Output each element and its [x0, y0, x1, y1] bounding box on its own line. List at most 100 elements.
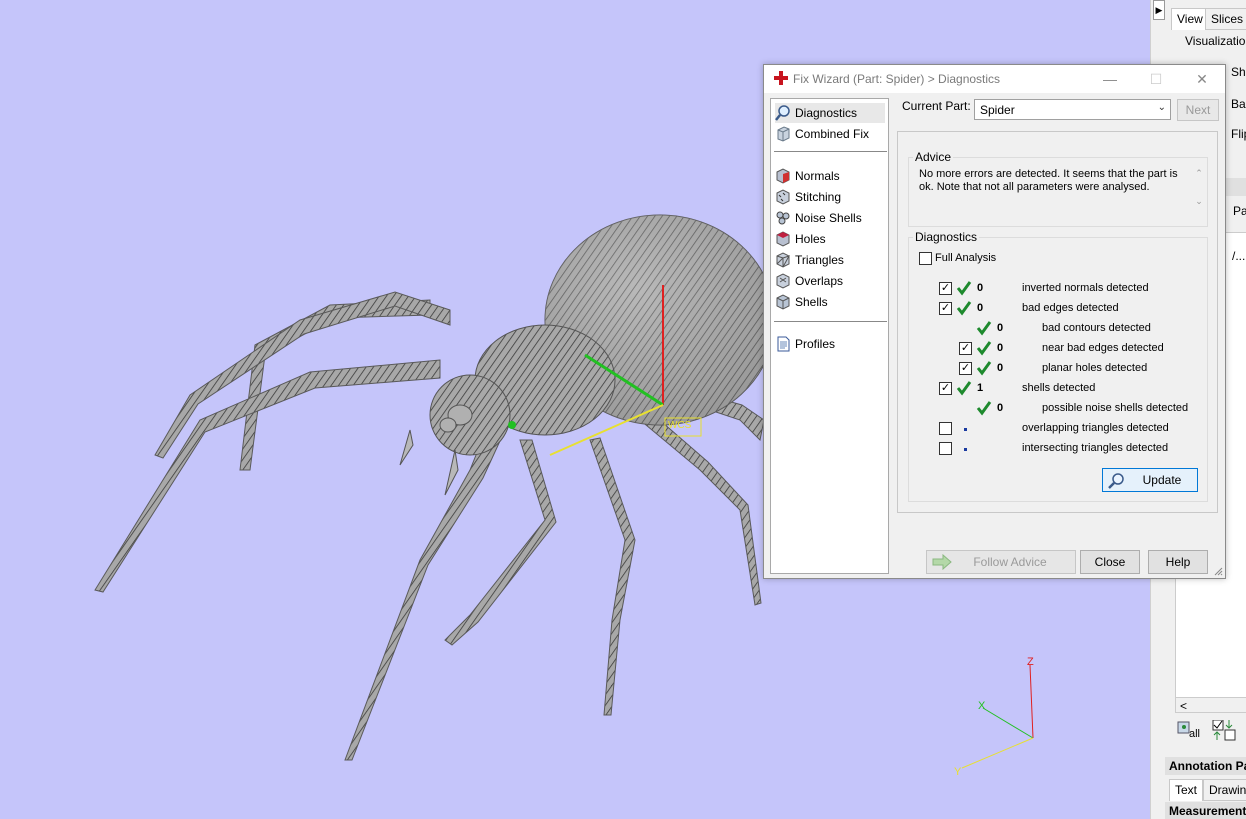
- checkmark-icon: [976, 321, 992, 336]
- scroll-left-arrow[interactable]: <: [1180, 699, 1187, 713]
- measurement-header: Measurement: [1165, 802, 1246, 819]
- nav-item-triangles[interactable]: Triangles: [775, 250, 885, 270]
- part-axis-label: WCS: [668, 420, 692, 431]
- arrow-right-icon: [932, 554, 952, 570]
- all-parts-button[interactable]: all: [1175, 718, 1200, 740]
- shells-checkbox[interactable]: ✓: [939, 382, 952, 395]
- update-label: Update: [1142, 473, 1182, 487]
- dialog-title: Fix Wizard (Part: Spider) > Diagnostics: [793, 72, 1001, 86]
- row-count: 0: [997, 322, 1004, 334]
- close-window-button[interactable]: ✕: [1179, 65, 1225, 93]
- parts-tab[interactable]: Part: [1233, 204, 1246, 218]
- intersecting-triangles-checkbox[interactable]: [939, 442, 952, 455]
- checkmark-icon: [956, 381, 972, 396]
- checkbox-toggle-icon[interactable]: [1211, 719, 1241, 745]
- flip-label: Flip: [1231, 127, 1246, 141]
- tab-annotation-text[interactable]: Text: [1169, 779, 1204, 801]
- nav-item-label: Triangles: [795, 253, 844, 267]
- nav-item-profiles[interactable]: Profiles: [775, 334, 885, 354]
- nav-item-overlaps[interactable]: Overlaps: [775, 271, 885, 291]
- magnifier-icon: [1108, 473, 1124, 489]
- row-label: overlapping triangles detected: [1022, 422, 1169, 434]
- nav-item-diagnostics[interactable]: Diagnostics: [775, 103, 885, 123]
- minimize-button[interactable]: —: [1087, 65, 1133, 93]
- row-count: 0: [997, 362, 1004, 374]
- visualization-label: Visualization: [1185, 34, 1246, 48]
- current-part-label: Current Part:: [902, 99, 971, 113]
- advice-group: Advice No more errors are detected. It s…: [908, 150, 1208, 227]
- full-analysis-checkbox[interactable]: [919, 252, 932, 265]
- red-cross-icon: [774, 71, 788, 85]
- row-count: 1: [977, 382, 984, 394]
- parts-scrollbar[interactable]: <: [1175, 697, 1246, 713]
- current-part-value: Spider: [980, 103, 1015, 117]
- row-count: 0: [997, 402, 1004, 414]
- chevron-down-icon: ⌄: [1157, 102, 1166, 113]
- diagnostics-title: Diagnostics: [913, 230, 980, 244]
- tab-annotation-drawing[interactable]: Drawing: [1203, 779, 1246, 801]
- nav-item-label: Profiles: [795, 337, 836, 351]
- bad-edges-checkbox[interactable]: ✓: [939, 302, 952, 315]
- maximize-button: ☐: [1149, 71, 1163, 87]
- nav-item-normals[interactable]: Normals: [775, 166, 885, 186]
- magnifier-icon: [775, 105, 790, 121]
- near-bad-edges-checkbox[interactable]: ✓: [959, 342, 972, 355]
- nav-item-noise-shells[interactable]: Noise Shells: [775, 208, 885, 228]
- fix-wizard-nav: Diagnostics Combined Fix Normals Stitchi…: [770, 98, 889, 574]
- checkmark-icon: [976, 401, 992, 416]
- annotation-header: Annotation Pa: [1165, 757, 1246, 775]
- row-label: bad contours detected: [1042, 322, 1151, 334]
- help-button[interactable]: Help: [1148, 550, 1208, 574]
- checkmark-icon: [976, 361, 992, 376]
- nav-item-holes[interactable]: Holes: [775, 229, 885, 249]
- row-count: 0: [977, 282, 984, 294]
- resize-grip-icon[interactable]: [1213, 566, 1223, 576]
- holes-cube-icon: [776, 231, 790, 247]
- row-count: 0: [997, 342, 1004, 354]
- normals-cube-icon: [776, 168, 790, 184]
- not-analysed-dot: [964, 428, 967, 431]
- close-button[interactable]: Close: [1080, 550, 1140, 574]
- nav-item-label: Holes: [795, 232, 826, 246]
- spider-model[interactable]: [94, 214, 776, 761]
- nav-item-shells[interactable]: Shells: [775, 292, 885, 312]
- current-part-select[interactable]: Spider ⌄: [974, 99, 1171, 120]
- world-x-label: X: [978, 700, 986, 712]
- nav-separator: [774, 151, 887, 152]
- checkmark-icon: [976, 341, 992, 356]
- nav-item-label: Normals: [795, 169, 840, 183]
- shading-label: Sha: [1231, 65, 1246, 79]
- tab-view[interactable]: View: [1171, 8, 1209, 30]
- backface-label: Bac: [1231, 97, 1246, 111]
- world-axis-triad: [961, 664, 1034, 769]
- inverted-normals-checkbox[interactable]: ✓: [939, 282, 952, 295]
- triangles-cube-icon: [776, 252, 791, 268]
- nav-item-label: Stitching: [795, 190, 842, 204]
- shells-cube-icon: [776, 294, 790, 310]
- follow-advice-label: Follow Advice: [973, 555, 1047, 569]
- fix-wizard-dialog: Fix Wizard (Part: Spider) > Diagnostics …: [763, 64, 1226, 579]
- row-label: inverted normals detected: [1022, 282, 1149, 294]
- full-analysis-label: Full Analysis: [935, 252, 997, 264]
- nav-item-combined-fix[interactable]: Combined Fix: [775, 124, 885, 144]
- world-z-label: Z: [1027, 656, 1034, 668]
- all-label: all: [1189, 728, 1201, 740]
- panel-collapse-button[interactable]: ▶: [1153, 0, 1165, 20]
- checkmark-icon: [956, 301, 972, 316]
- row-label: shells detected: [1022, 382, 1096, 394]
- update-button[interactable]: Update: [1102, 468, 1198, 492]
- noise-shells-icon: [776, 211, 790, 225]
- diagnostics-panel: Advice No more errors are detected. It s…: [897, 131, 1218, 513]
- world-y-label: Y: [954, 766, 962, 778]
- dialog-titlebar[interactable]: Fix Wizard (Part: Spider) > Diagnostics …: [764, 65, 1225, 93]
- nav-item-label: Noise Shells: [795, 211, 862, 225]
- nav-item-stitching[interactable]: Stitching: [775, 187, 885, 207]
- row-label: possible noise shells detected: [1042, 402, 1189, 414]
- not-analysed-dot: [964, 448, 967, 451]
- row-label: bad edges detected: [1022, 302, 1119, 314]
- diagnostics-group: Diagnostics Full Analysis ✓ 0 inverted n…: [908, 230, 1208, 502]
- overlapping-triangles-checkbox[interactable]: [939, 422, 952, 435]
- tab-slices[interactable]: Slices: [1205, 8, 1246, 30]
- advice-scrollbar[interactable]: ⌃ ⌄: [1193, 166, 1205, 210]
- planar-holes-checkbox[interactable]: ✓: [959, 362, 972, 375]
